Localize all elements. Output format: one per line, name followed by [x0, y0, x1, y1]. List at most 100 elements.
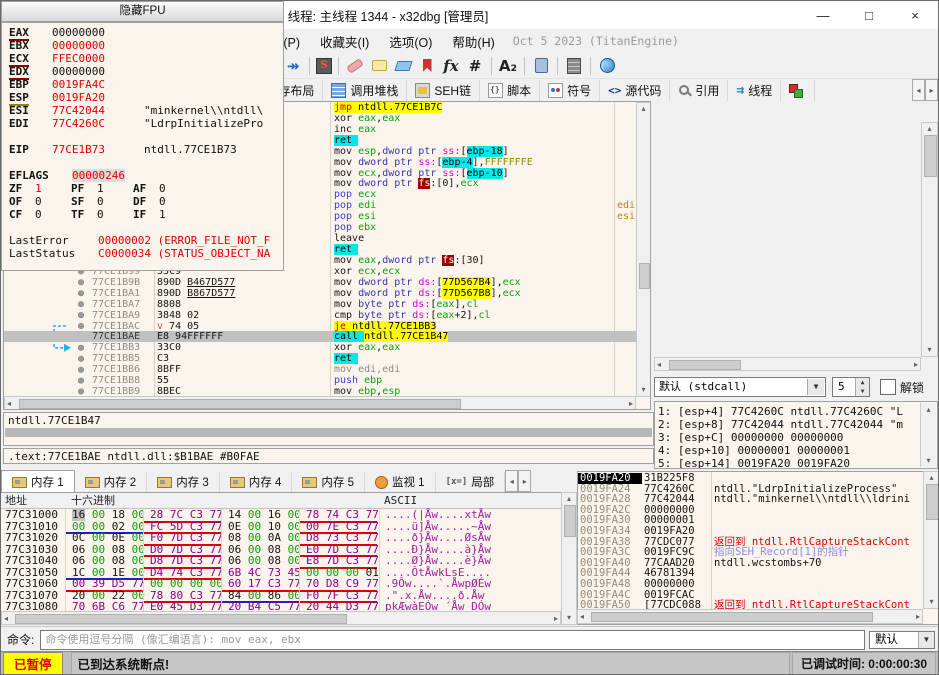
case-convert-icon[interactable]: A₂	[498, 56, 518, 76]
flags-row[interactable]: CF 0 TF 0 IF 1	[2, 208, 290, 221]
stack-address: 0019FA48	[580, 578, 631, 590]
arguments-scrollbar[interactable]: ▴ ▾	[920, 403, 936, 467]
disasm-row[interactable]: 77CE1BAC v 74 05 je ntdll.77CE1BB3	[4, 320, 638, 332]
tab-dump-5[interactable]: 内存 5	[292, 472, 365, 492]
tab-label: SEH链	[434, 84, 472, 98]
tab-script[interactable]: 脚本	[480, 80, 541, 101]
disasm-row[interactable]: 77CE1BA7 8808 mov byte ptr ds:[eax],cl	[4, 299, 638, 310]
run-to-user-code-icon[interactable]: ↠	[283, 56, 303, 76]
command-mode-select[interactable]: 默认 ▼	[869, 630, 935, 649]
stack-row[interactable]: 0019FA34 0019FA20	[578, 526, 923, 537]
registers-list[interactable]: EAX 00000000 EBX 00000000 ECX FFEC0000 EDX 0000…	[1, 22, 284, 271]
last-lasterror-row[interactable]: LastError 00000002 (ERROR_FILE_NOT_F	[2, 234, 283, 247]
patch-icon[interactable]	[345, 56, 365, 76]
disasm-row[interactable]: 77CE1BAE E8 94FFFFFF call ntdll.77CE1B47	[4, 331, 638, 343]
debug-time: 已调试时间: 0:00:00:30	[791, 652, 936, 674]
tab-threads[interactable]: ⇉ 线程	[728, 80, 782, 101]
disasm-vertical-scrollbar[interactable]: ▴ ▾	[636, 102, 650, 397]
tab-dump-3[interactable]: 内存 3	[147, 472, 220, 492]
stack-horizontal-scrollbar[interactable]: ◂ ▸	[577, 609, 923, 624]
tab-scroll-right[interactable]: ▸	[925, 79, 938, 101]
register-row-ebx[interactable]: EBX 00000000	[2, 39, 283, 52]
chevron-down-icon[interactable]: ▼	[807, 379, 824, 395]
handles-icon	[789, 84, 804, 98]
stack-vertical-scrollbar[interactable]: ▴ ▾	[923, 471, 938, 609]
dump-tab-scroll-right[interactable]: ▸	[518, 470, 532, 492]
calculator-icon[interactable]	[564, 56, 584, 76]
argument-row[interactable]: 5: [esp+14] 0019FA20 0019FA20	[658, 457, 850, 468]
command-input[interactable]	[40, 629, 865, 650]
tab-dump-2[interactable]: 内存 2	[75, 472, 148, 492]
registers-vertical-scrollbar[interactable]: ▴ ▾	[921, 122, 938, 357]
menu-item-7[interactable]: 帮助(H)	[442, 29, 504, 53]
hash-icon[interactable]: #	[465, 56, 485, 76]
tab-references[interactable]: 引用	[670, 80, 729, 101]
menu-item-6[interactable]: 选项(O)	[379, 29, 442, 53]
calling-convention-select[interactable]: 默认 (stdcall) ▼	[654, 377, 826, 397]
register-row-edi[interactable]: EDI 77C4260C "LdrpInitializePro	[2, 117, 283, 130]
argument-row[interactable]: 2: [esp+8] 77C42044 ntdll.77C42044 "m	[658, 418, 903, 431]
eflags-row[interactable]: EFLAGS 00000246	[2, 169, 283, 182]
disasm-row[interactable]: 77CE1BB6 8BFF mov edi,edi	[4, 364, 638, 375]
tab-dump-4[interactable]: 内存 4	[220, 472, 293, 492]
disasm-row[interactable]: 77CE1BA1 890D B867D577 mov dword ptr ds:[7…	[4, 287, 638, 299]
dump-horizontal-scrollbar[interactable]: ◂ ▸	[1, 611, 561, 625]
argument-row[interactable]: 3: [esp+C] 00000000 00000000	[658, 431, 843, 444]
argument-count-stepper[interactable]: 5 ▲ ▼	[832, 377, 870, 397]
register-row-ebp[interactable]: EBP 0019FA4C	[2, 78, 283, 91]
chevron-down-icon[interactable]: ▼	[918, 631, 934, 648]
register-row-esp[interactable]: ESP 0019FA20	[2, 91, 283, 106]
register-row-ecx[interactable]: ECX FFEC0000	[2, 52, 283, 67]
disasm-row[interactable]: 77CE1BA9 3848 02 cmp byte ptr ds:[eax+2],c…	[4, 310, 638, 321]
disasm-address: 77CE1BA7	[92, 298, 141, 310]
maximize-button[interactable]: □	[846, 1, 892, 29]
comment-icon[interactable]	[369, 56, 389, 76]
tab-dump-1[interactable]: 内存 1	[1, 470, 75, 492]
label-icon[interactable]	[393, 56, 413, 76]
disasm-row[interactable]: 77CE1BB5 C3 ret	[4, 353, 638, 365]
flags-row[interactable]: ZF 1 PF 1 AF 0	[2, 182, 290, 195]
tab-source[interactable]: <> 源代码	[600, 80, 671, 101]
stack-row[interactable]: 0019FA20 31B225F8	[578, 473, 923, 484]
last-laststatus-row[interactable]: LastStatus C0000034 (STATUS_OBJECT_NA	[2, 247, 283, 260]
register-row-esi[interactable]: ESI 77C42044 "minkernel\\ntdll\	[2, 104, 283, 117]
stepper-arrows-icon[interactable]: ▲ ▼	[855, 378, 869, 396]
registers-horizontal-scrollbar[interactable]: ◂ ▸	[654, 357, 921, 371]
globe-icon[interactable]	[597, 56, 617, 76]
tab-scroll-left[interactable]: ◂	[912, 79, 925, 101]
tab-call-stack[interactable]: 调用堆栈	[323, 80, 408, 101]
locals-icon: [x=]	[445, 477, 468, 487]
tab-seh-chain[interactable]: SEH链	[407, 80, 481, 101]
unlock-checkbox[interactable]	[880, 379, 896, 395]
disasm-row[interactable]: 77CE1BB3 33C0 xor eax,eax	[4, 342, 638, 353]
notes-device-icon[interactable]	[531, 56, 551, 76]
minimize-button[interactable]: —	[800, 1, 846, 29]
hide-fpu-button[interactable]: 隐藏FPU	[1, 1, 284, 22]
tab-watch-1[interactable]: 监视 1	[365, 472, 436, 492]
argument-row[interactable]: 4: [esp+10] 00000001 00000001	[658, 444, 850, 457]
bookmark-icon[interactable]	[417, 56, 437, 76]
disasm-instruction: cmp byte ptr ds:[eax+2],cl	[334, 309, 491, 321]
memory-dump-panel[interactable]: 地址 十六进制 ASCII 77C31000 16 00 18 00 28 7C C…	[1, 492, 577, 625]
stack-panel[interactable]: 0019FA20 31B225F8 0019FA24 77C4260C ntdll."L…	[577, 471, 938, 625]
disasm-row[interactable]: 77CE1B9B 890D B467D577 mov dword ptr ds:[7…	[4, 276, 638, 288]
register-row-edx[interactable]: EDX 00000000	[2, 65, 283, 80]
menu-item-5[interactable]: 收藏夹(I)	[310, 29, 379, 53]
arguments-panel[interactable]: ▴ ▾ 1: [esp+4] 77C4260C ntdll.77C4260C "…	[654, 401, 938, 469]
register-row-eip[interactable]: EIP 77CE1B73 ntdll.77CE1B73	[2, 143, 283, 156]
dump-vertical-scrollbar[interactable]: ▴ ▾	[561, 492, 577, 625]
disasm-horizontal-scrollbar[interactable]: ◂ ▸	[4, 396, 636, 409]
stack-row[interactable]: 0019FA48 00000000	[578, 579, 923, 590]
tab-symbols[interactable]: 符号	[540, 80, 601, 101]
tab-handles[interactable]	[781, 80, 816, 101]
dump-tab-scroll-left[interactable]: ◂	[505, 470, 519, 492]
tab-locals[interactable]: [x=] 局部	[436, 472, 506, 492]
disasm-instruction: mov edi,edi	[334, 364, 401, 376]
register-row-eax[interactable]: EAX 00000000	[2, 26, 283, 41]
seh-icon[interactable]: S	[316, 57, 332, 74]
argument-row[interactable]: 1: [esp+4] 77C4260C ntdll.77C4260C "L	[658, 405, 903, 418]
flags-row[interactable]: OF 0 SF 0 DF 0	[2, 195, 290, 208]
disasm-row[interactable]: 77CE1BB8 55 push ebp	[4, 375, 638, 386]
function-icon[interactable]: fx	[441, 56, 461, 76]
close-button[interactable]: ×	[892, 1, 938, 29]
